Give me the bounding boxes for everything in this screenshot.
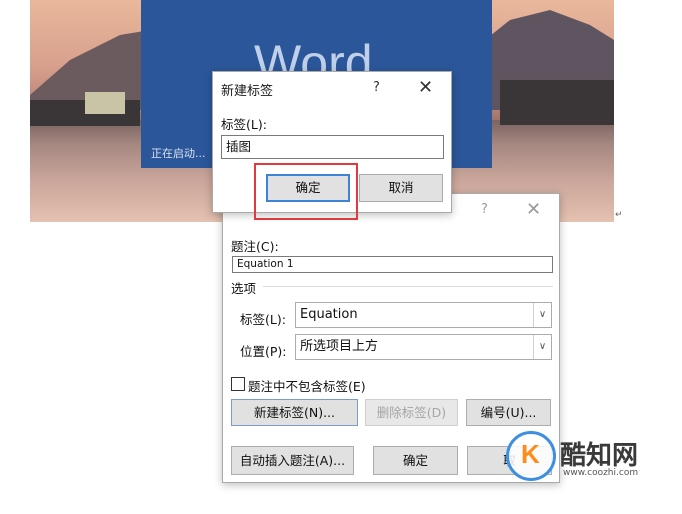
watermark-url: www.coozhi.com xyxy=(563,468,639,478)
delete-label-button[interactable]: 删除标签(D) xyxy=(365,399,458,426)
watermark: K 酷知网 www.coozhi.com xyxy=(500,425,670,495)
options-heading: 选项 xyxy=(231,281,257,296)
label-field-label: 标签(L): xyxy=(240,312,286,327)
paragraph-mark: ↵ xyxy=(615,210,623,220)
label-select[interactable]: Equation ∨ xyxy=(295,302,552,328)
exclude-label-text[interactable]: 题注中不包含标签(E) xyxy=(248,376,366,395)
chevron-down-icon[interactable]: ∨ xyxy=(533,303,551,327)
options-divider xyxy=(263,286,553,287)
position-select[interactable]: 所选项目上方 ∨ xyxy=(295,334,552,360)
help-icon[interactable]: ? xyxy=(481,202,488,217)
help-icon[interactable]: ? xyxy=(373,80,380,95)
caption-input[interactable]: Equation 1 xyxy=(232,256,553,273)
label-select-value: Equation xyxy=(300,307,358,322)
label-caption: 标签(L): xyxy=(221,117,267,132)
numbering-button[interactable]: 编号(U)... xyxy=(466,399,551,426)
label-input[interactable]: 插图 xyxy=(221,135,444,159)
close-icon[interactable]: ✕ xyxy=(526,201,541,219)
splash-status: 正在启动... xyxy=(151,147,206,160)
watermark-brand: 酷知网 xyxy=(560,441,639,471)
position-label: 位置(P): xyxy=(240,344,287,359)
autocaption-button[interactable]: 自动插入题注(A)... xyxy=(231,446,354,475)
highlight-box xyxy=(254,163,358,220)
new-label-button[interactable]: 新建标签(N)... xyxy=(231,399,358,426)
watermark-logo-letter: K xyxy=(521,439,540,469)
exclude-label-checkbox[interactable] xyxy=(231,377,245,391)
position-select-value: 所选项目上方 xyxy=(300,339,379,354)
building xyxy=(85,92,125,114)
caption-label: 题注(C): xyxy=(231,239,279,254)
caption-ok-button[interactable]: 确定 xyxy=(373,446,458,475)
chevron-down-icon[interactable]: ∨ xyxy=(533,335,551,359)
close-icon[interactable]: ✕ xyxy=(418,79,433,97)
treeline-right xyxy=(500,80,614,125)
dialog-title: 新建标签 xyxy=(221,84,274,99)
cancel-button[interactable]: 取消 xyxy=(359,174,443,202)
